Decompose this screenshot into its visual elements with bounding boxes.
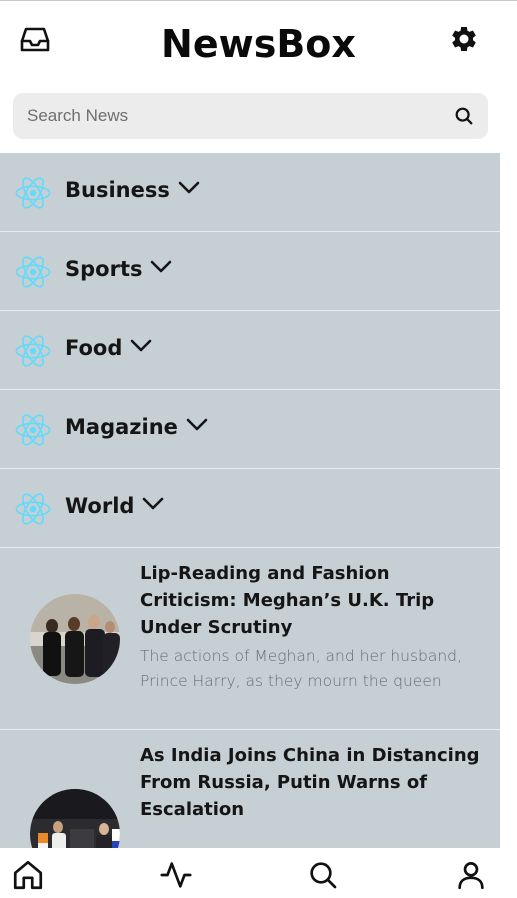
category-label: World: [65, 494, 164, 518]
category-world[interactable]: World: [0, 469, 500, 548]
user-icon: [458, 862, 484, 890]
article-title: Lip-Reading and Fashion Criticism: Megha…: [140, 563, 435, 638]
react-logo-icon: [15, 177, 51, 209]
search-bar[interactable]: [13, 93, 488, 139]
search-input[interactable]: [27, 93, 447, 139]
category-magazine[interactable]: Magazine: [0, 390, 500, 469]
category-food[interactable]: Food: [0, 311, 500, 390]
category-label: Magazine: [65, 415, 208, 439]
article-item[interactable]: As India Joins China in Distancing From …: [0, 730, 500, 848]
chevron-down-icon[interactable]: [186, 418, 208, 432]
category-business[interactable]: Business: [0, 153, 500, 232]
tab-activity[interactable]: [158, 857, 194, 893]
react-logo-icon: [15, 414, 51, 446]
app-header: NewsBox: [0, 2, 517, 86]
chevron-down-icon[interactable]: [142, 497, 164, 511]
chevron-down-icon[interactable]: [178, 181, 200, 195]
chevron-down-icon[interactable]: [150, 260, 172, 274]
category-label: Food: [65, 336, 152, 360]
category-label: Sports: [65, 257, 172, 281]
search-icon[interactable]: [453, 105, 475, 127]
tab-search[interactable]: [305, 857, 341, 893]
bottom-tab-bar: [0, 848, 517, 898]
gear-icon: [452, 26, 476, 51]
top-divider: [0, 0, 517, 1]
article-description: The actions of Meghan, and her husband, …: [140, 647, 462, 690]
settings-button[interactable]: [442, 17, 486, 61]
article-thumbnail: [30, 789, 120, 848]
tab-home[interactable]: [10, 857, 46, 893]
home-icon: [13, 860, 43, 890]
category-sports[interactable]: Sports: [0, 232, 500, 311]
article-title: As India Joins China in Distancing From …: [140, 745, 480, 820]
article-thumbnail: [30, 594, 120, 684]
react-logo-icon: [15, 256, 51, 288]
category-label: Business: [65, 178, 200, 202]
article-item[interactable]: Lip-Reading and Fashion Criticism: Megha…: [0, 548, 500, 730]
activity-icon: [160, 862, 192, 888]
react-logo-icon: [15, 335, 51, 367]
react-logo-icon: [15, 493, 51, 525]
chevron-down-icon[interactable]: [130, 339, 152, 353]
tab-profile[interactable]: [453, 857, 489, 893]
news-list: Business Sports Food Magazine World Lip-…: [0, 153, 500, 848]
article-description: [140, 826, 470, 848]
app-title: NewsBox: [161, 22, 356, 66]
search-icon: [310, 862, 337, 889]
